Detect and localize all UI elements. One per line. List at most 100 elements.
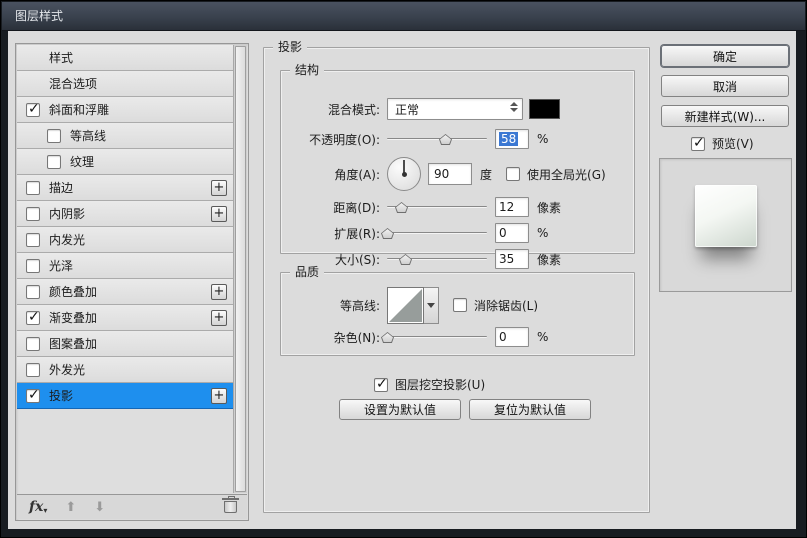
add-effect-plus-icon[interactable]: + xyxy=(211,180,227,196)
style-enable-checkbox[interactable] xyxy=(26,207,40,221)
contour-thumbnail[interactable] xyxy=(387,287,424,324)
style-list-item[interactable]: 描边 + xyxy=(17,175,233,201)
preview-thumbnail xyxy=(695,185,757,247)
move-down-icon[interactable]: ⬇ xyxy=(94,500,105,515)
style-list-item[interactable]: 混合选项 + xyxy=(17,71,233,97)
style-list-item[interactable]: 外发光 + xyxy=(17,357,233,383)
drop-shadow-panel: 投影 结构 混合模式: 正常 不透明度(O): xyxy=(263,47,650,513)
style-enable-checkbox[interactable] xyxy=(26,285,40,299)
style-enable-checkbox[interactable] xyxy=(26,311,40,325)
style-item-label: 斜面和浮雕 xyxy=(49,101,109,118)
distance-slider[interactable] xyxy=(387,200,487,214)
style-item-label: 样式 xyxy=(49,49,73,66)
fx-dropdown-icon: ▾ xyxy=(43,505,47,515)
spread-slider[interactable] xyxy=(387,226,487,240)
style-list-item[interactable]: 图案叠加 + xyxy=(17,331,233,357)
style-item-label: 颜色叠加 xyxy=(49,283,97,300)
style-list-item[interactable]: 颜色叠加 + xyxy=(17,279,233,305)
style-enable-checkbox[interactable] xyxy=(26,363,40,377)
opacity-slider-thumb[interactable] xyxy=(439,134,452,145)
noise-slider-thumb[interactable] xyxy=(381,332,394,343)
style-enable-checkbox[interactable] xyxy=(47,155,61,169)
style-enable-checkbox[interactable] xyxy=(26,233,40,247)
dialog-title: 图层样式 xyxy=(15,9,63,23)
dialog-body: 样式 + 混合选项 + 斜面和浮雕 + 等高线 + xyxy=(8,31,796,529)
angle-input[interactable]: 90 xyxy=(428,163,472,185)
ok-button[interactable]: 确定 xyxy=(661,45,789,67)
style-item-label: 描边 xyxy=(49,179,73,196)
shadow-color-swatch[interactable] xyxy=(529,99,560,119)
cancel-button[interactable]: 取消 xyxy=(661,75,789,97)
quality-group-title: 品质 xyxy=(290,265,324,280)
size-slider[interactable] xyxy=(387,252,487,266)
blend-mode-value: 正常 xyxy=(395,101,419,118)
style-item-label: 光泽 xyxy=(49,257,73,274)
structure-group: 结构 混合模式: 正常 不透明度(O): 58 xyxy=(280,70,635,254)
anti-aliased-checkbox[interactable] xyxy=(453,298,467,312)
anti-aliased-label: 消除锯齿(L) xyxy=(474,297,538,314)
style-list-scrollbar[interactable] xyxy=(233,45,247,493)
noise-input[interactable]: 0 xyxy=(495,327,529,347)
new-style-button[interactable]: 新建样式(W)... xyxy=(661,105,789,127)
use-global-light-checkbox[interactable] xyxy=(506,167,520,181)
style-list-panel: 样式 + 混合选项 + 斜面和浮雕 + 等高线 + xyxy=(15,43,249,521)
opacity-input[interactable]: 58 xyxy=(495,129,529,149)
style-item-label: 投影 xyxy=(49,387,73,404)
spread-slider-thumb[interactable] xyxy=(381,228,394,239)
blend-mode-label: 混合模式: xyxy=(294,101,380,118)
style-list-item[interactable]: 光泽 + xyxy=(17,253,233,279)
size-input[interactable]: 35 xyxy=(495,249,529,269)
style-list-item[interactable]: 斜面和浮雕 + xyxy=(17,97,233,123)
noise-slider[interactable] xyxy=(387,330,487,344)
layer-style-dialog: 图层样式 样式 + 混合选项 + 斜面和浮雕 + xyxy=(0,0,807,538)
add-effect-plus-icon[interactable]: + xyxy=(211,310,227,326)
style-enable-checkbox[interactable] xyxy=(26,259,40,273)
add-effect-plus-icon[interactable]: + xyxy=(211,388,227,404)
select-spinner-icon xyxy=(510,102,518,112)
style-list-item[interactable]: 样式 + xyxy=(17,45,233,71)
layer-knockout-checkbox[interactable] xyxy=(374,378,388,392)
fx-menu-button[interactable]: fx▾ xyxy=(29,499,47,515)
spread-unit: % xyxy=(537,226,548,240)
make-default-button[interactable]: 设置为默认值 xyxy=(339,399,461,420)
quality-group: 品质 等高线: 消除锯齿(L) 杂色(N): 0 % xyxy=(280,272,635,356)
style-list-footer: fx▾ ⬆ ⬇ xyxy=(17,494,247,519)
style-enable-checkbox[interactable] xyxy=(26,181,40,195)
style-list-item[interactable]: 纹理 + xyxy=(17,149,233,175)
style-list-item[interactable]: 内阴影 + xyxy=(17,201,233,227)
distance-unit: 像素 xyxy=(537,199,561,216)
style-list-item[interactable]: 渐变叠加 + xyxy=(17,305,233,331)
use-global-light-label: 使用全局光(G) xyxy=(527,166,606,183)
style-item-label: 内发光 xyxy=(49,231,85,248)
structure-group-title: 结构 xyxy=(290,63,324,78)
spread-input[interactable]: 0 xyxy=(495,223,529,243)
distance-input[interactable]: 12 xyxy=(495,197,529,217)
dialog-title-bar[interactable]: 图层样式 xyxy=(2,2,805,31)
reset-default-button[interactable]: 复位为默认值 xyxy=(469,399,591,420)
scrollbar-thumb[interactable] xyxy=(235,46,246,492)
noise-label: 杂色(N): xyxy=(294,329,380,346)
angle-dial[interactable] xyxy=(387,157,421,191)
size-slider-thumb[interactable] xyxy=(399,254,412,265)
angle-unit: 度 xyxy=(480,166,492,183)
angle-label: 角度(A): xyxy=(294,166,380,183)
style-item-label: 内阴影 xyxy=(49,205,85,222)
opacity-slider[interactable] xyxy=(387,132,487,146)
style-list-item[interactable]: 投影 + xyxy=(17,383,233,409)
blend-mode-select[interactable]: 正常 xyxy=(387,98,523,120)
add-effect-plus-icon[interactable]: + xyxy=(211,284,227,300)
move-up-icon[interactable]: ⬆ xyxy=(65,500,76,515)
preview-checkbox[interactable] xyxy=(691,137,705,151)
style-enable-checkbox[interactable] xyxy=(26,389,40,403)
style-item-label: 等高线 xyxy=(70,127,106,144)
distance-label: 距离(D): xyxy=(294,199,380,216)
style-enable-checkbox[interactable] xyxy=(47,129,61,143)
style-list-item[interactable]: 内发光 + xyxy=(17,227,233,253)
style-list-item[interactable]: 等高线 + xyxy=(17,123,233,149)
add-effect-plus-icon[interactable]: + xyxy=(211,206,227,222)
distance-slider-thumb[interactable] xyxy=(395,202,408,213)
contour-dropdown-icon[interactable] xyxy=(424,287,439,324)
delete-style-icon[interactable] xyxy=(224,501,237,513)
style-enable-checkbox[interactable] xyxy=(26,103,40,117)
style-enable-checkbox[interactable] xyxy=(26,337,40,351)
